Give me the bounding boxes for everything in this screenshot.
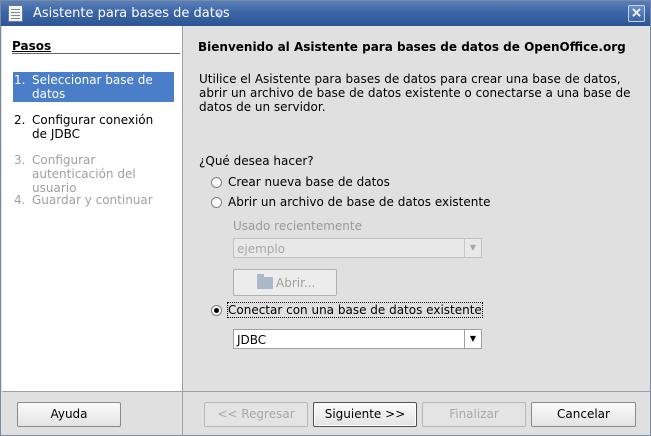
steps-divider xyxy=(12,53,180,54)
step-user-authentication: 3. Configurar autenticación del usuario xyxy=(13,152,174,196)
step-save-continue: 4. Guardar y continuar xyxy=(13,192,174,208)
step-label: Guardar y continuar xyxy=(32,193,153,207)
database-type-value: JDBC xyxy=(237,333,267,347)
window-title: Asistente para bases de datos xyxy=(33,6,230,21)
document-icon xyxy=(8,5,23,22)
help-button-label: Ayuda xyxy=(50,407,88,421)
radio-label: Abrir un archivo de base de datos existe… xyxy=(228,195,491,209)
folder-icon xyxy=(257,274,273,289)
back-button-label: << Regresar xyxy=(217,407,295,421)
radio-connect-existing[interactable]: Conectar con una base de datos existente xyxy=(211,302,483,318)
radio-create-database[interactable]: Crear nueva base de datos xyxy=(211,174,390,190)
cancel-button[interactable]: Cancelar xyxy=(531,402,636,427)
next-button-label: Siguiente >> xyxy=(324,407,406,421)
steps-heading: Pasos xyxy=(12,39,52,53)
finish-button-label: Finalizar xyxy=(449,407,499,421)
step-label: Configurar autenticación del usuario xyxy=(32,153,136,195)
step-select-database[interactable]: 1. Seleccionar base de datos xyxy=(13,72,174,102)
radio-button[interactable] xyxy=(211,304,222,316)
cancel-button-label: Cancelar xyxy=(557,407,610,421)
title-bar[interactable]: Asistente para bases de datos ໑ × xyxy=(1,1,650,26)
recent-label: Usado recientemente xyxy=(233,219,362,233)
open-file-label: Abrir... xyxy=(276,276,316,290)
database-type-dropdown[interactable]: JDBC ▼ xyxy=(233,329,482,349)
chevron-down-icon[interactable]: ▼ xyxy=(464,330,481,348)
step-configure-jdbc[interactable]: 2. Configurar conexión de JDBC xyxy=(13,112,174,142)
step-number: 1. xyxy=(14,73,26,87)
finish-button: Finalizar xyxy=(422,402,526,427)
radio-button[interactable] xyxy=(211,196,222,208)
radio-open-existing-file[interactable]: Abrir un archivo de base de datos existe… xyxy=(211,194,490,210)
recent-files-dropdown: ejemplo ▼ xyxy=(233,238,482,258)
radio-label: Conectar con una base de datos existente xyxy=(227,302,483,318)
help-button[interactable]: Ayuda xyxy=(17,402,121,427)
steps-sidebar: Pasos 1. Seleccionar base de datos 2. Conf… xyxy=(2,26,183,391)
footer-divider xyxy=(2,391,651,392)
footer-vertical-divider xyxy=(182,391,183,436)
main-panel: Bienvenido al Asistente para bases de da… xyxy=(183,26,650,391)
step-number: 4. xyxy=(14,193,26,207)
step-number: 3. xyxy=(14,153,26,167)
back-button: << Regresar xyxy=(204,402,308,427)
intro-text: Utilice el Asistente para bases de datos… xyxy=(199,72,631,114)
page-title: Bienvenido al Asistente para bases de da… xyxy=(198,40,626,54)
close-button[interactable]: × xyxy=(628,5,645,22)
spiral-icon: ໑ xyxy=(215,6,224,21)
recent-files-value: ejemplo xyxy=(237,242,286,256)
next-button[interactable]: Siguiente >> xyxy=(313,402,417,427)
close-icon: × xyxy=(630,5,643,21)
radio-label: Crear nueva base de datos xyxy=(228,175,390,189)
chevron-down-icon: ▼ xyxy=(464,239,481,257)
open-file-button: Abrir... xyxy=(233,269,337,296)
wizard-window: Asistente para bases de datos ໑ × Pasos … xyxy=(0,0,651,436)
step-number: 2. xyxy=(14,113,26,127)
step-label: Configurar conexión de JDBC xyxy=(32,113,154,141)
radio-button[interactable] xyxy=(211,176,222,188)
step-label: Seleccionar base de datos xyxy=(32,73,153,101)
question-label: ¿Qué desea hacer? xyxy=(199,154,314,168)
